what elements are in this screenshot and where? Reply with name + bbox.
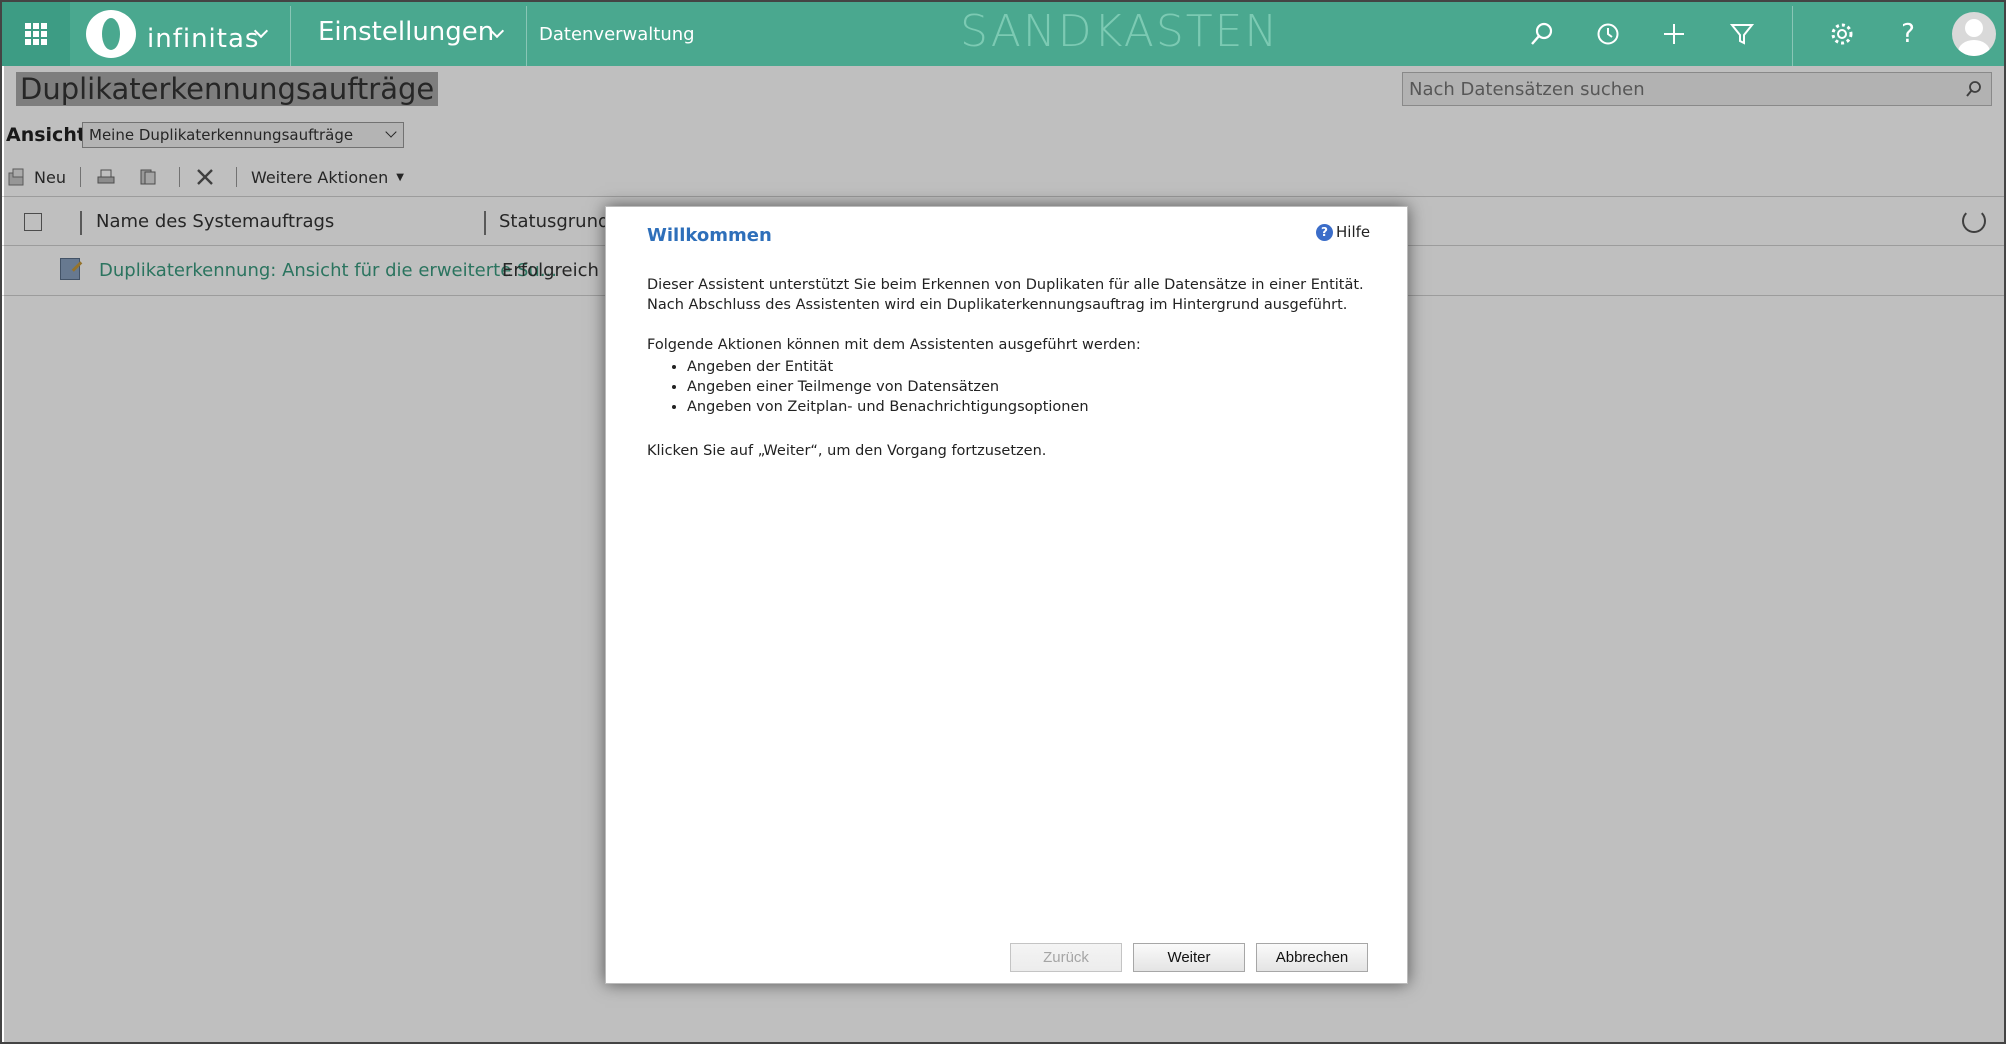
list-item: Angeben einer Teilmenge von Datensätzen xyxy=(687,377,1367,397)
cancel-button[interactable]: Abbrechen xyxy=(1256,943,1368,972)
dialog-actions-list: Angeben der Entität Angeben einer Teilme… xyxy=(687,357,1367,417)
help-label: Hilfe xyxy=(1336,223,1371,241)
help-icon[interactable]: ? xyxy=(1890,16,1926,52)
dialog-body: Dieser Assistent unterstützt Sie beim Er… xyxy=(647,275,1367,481)
history-icon[interactable] xyxy=(1590,16,1626,52)
filter-icon[interactable] xyxy=(1724,16,1760,52)
environment-label: SANDKASTEN xyxy=(960,6,1280,57)
search-icon[interactable] xyxy=(1524,16,1560,52)
duplicate-detection-wizard-dialog: Willkommen ? Hilfe Dieser Assistent unte… xyxy=(605,206,1408,984)
gear-icon[interactable] xyxy=(1824,16,1860,52)
top-navigation-bar: infinitas Einstellungen Datenverwaltung … xyxy=(2,2,2004,66)
help-circle-icon: ? xyxy=(1316,223,1333,241)
plus-icon[interactable] xyxy=(1656,16,1692,52)
back-button[interactable]: Zurück xyxy=(1010,943,1122,972)
waffle-icon xyxy=(25,23,47,45)
area-selector[interactable]: Einstellungen xyxy=(318,17,494,47)
help-link[interactable]: ? Hilfe xyxy=(1316,223,1370,241)
app-window: infinitas Einstellungen Datenverwaltung … xyxy=(0,0,2006,1044)
brand-name[interactable]: infinitas xyxy=(147,24,259,54)
app-launcher-button[interactable] xyxy=(2,2,70,66)
next-button[interactable]: Weiter xyxy=(1133,943,1245,972)
breadcrumb[interactable]: Datenverwaltung xyxy=(539,24,695,45)
list-item: Angeben der Entität xyxy=(687,357,1367,377)
dialog-title: Willkommen xyxy=(647,225,772,246)
dialog-continue-hint: Klicken Sie auf „Weiter“, um den Vorgang… xyxy=(647,443,1047,459)
dialog-actions-heading: Folgende Aktionen können mit dem Assiste… xyxy=(647,337,1141,353)
brand-logo-icon xyxy=(86,10,136,58)
list-item: Angeben von Zeitplan- und Benachrichtigu… xyxy=(687,397,1367,417)
user-avatar[interactable] xyxy=(1952,12,1996,56)
dialog-intro: Dieser Assistent unterstützt Sie beim Er… xyxy=(647,277,1364,313)
